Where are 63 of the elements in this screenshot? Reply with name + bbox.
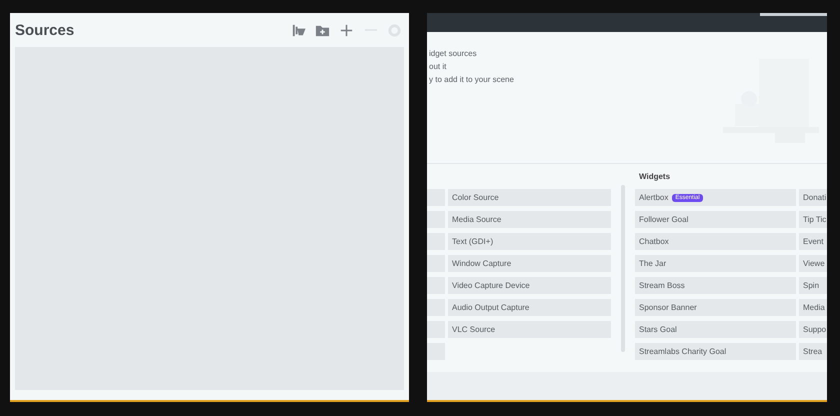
intro-text: out it: [429, 62, 448, 72]
item-label: Event: [803, 237, 824, 246]
item-label: Sponsor Banner: [639, 303, 697, 312]
source-item[interactable]: Sponsor Banner: [635, 299, 796, 316]
source-item[interactable]: Donati: [799, 189, 827, 206]
item-label: Alertbox: [639, 193, 668, 202]
source-item[interactable]: [427, 277, 445, 294]
item-label: Media Source: [452, 215, 502, 224]
item-label: Audio Output Capture: [452, 303, 530, 312]
item-label: Stars Goal: [639, 325, 677, 334]
item-label: VLC Source: [452, 325, 496, 334]
item-label: Color Source: [452, 193, 499, 202]
item-label: Suppo: [803, 325, 826, 334]
source-item[interactable]: [427, 321, 445, 338]
filter-button[interactable]: [291, 22, 306, 38]
source-item[interactable]: Follower Goal: [635, 211, 796, 228]
item-label: Video Capture Device: [452, 281, 530, 290]
item-label: Media: [803, 303, 825, 312]
item-label: The Jar: [639, 259, 666, 268]
source-item[interactable]: [427, 299, 445, 316]
source-item[interactable]: Media Source: [448, 211, 611, 228]
source-item[interactable]: Event: [799, 233, 827, 250]
item-label: Chatbox: [639, 237, 669, 246]
source-item[interactable]: Media: [799, 299, 827, 316]
item-label: Spin: [803, 281, 820, 290]
source-item[interactable]: The Jar: [635, 255, 796, 272]
add-icon: [339, 22, 354, 38]
item-label: Viewe: [803, 259, 825, 268]
source-item[interactable]: Suppo: [799, 321, 827, 338]
source-item[interactable]: Stream Boss: [635, 277, 796, 294]
source-item[interactable]: Streamlabs Charity Goal: [635, 343, 796, 360]
source-item[interactable]: Tip Tic: [799, 211, 827, 228]
tab-indicator: [760, 13, 827, 16]
source-item[interactable]: Color Source: [448, 189, 611, 206]
source-item[interactable]: Video Capture Device: [448, 277, 611, 294]
intro-text: idget sources: [429, 49, 478, 59]
source-item[interactable]: Window Capture: [448, 255, 611, 272]
item-label: Tip Tic: [803, 215, 826, 224]
filter-icon: [291, 22, 306, 38]
item-label: Strea: [803, 347, 822, 356]
source-item[interactable]: [427, 255, 445, 272]
source-item[interactable]: [427, 233, 445, 250]
source-item[interactable]: Strea: [799, 343, 827, 360]
source-item[interactable]: Chatbox: [635, 233, 796, 250]
source-item[interactable]: Spin: [799, 277, 827, 294]
item-label: Donati: [803, 193, 826, 202]
source-item[interactable]: [427, 343, 445, 360]
item-label: Follower Goal: [639, 215, 688, 224]
add-button[interactable]: [339, 22, 354, 38]
source-item[interactable]: Text (GDI+): [448, 233, 611, 250]
source-item[interactable]: [427, 189, 445, 206]
item-label: Window Capture: [452, 259, 512, 268]
source-item[interactable]: Stars Goal: [635, 321, 796, 338]
column-heading: Widgets: [638, 172, 672, 183]
item-label: Stream Boss: [639, 281, 685, 290]
panel-title: Sources: [15, 22, 74, 38]
intro-text: y to add it to your scene: [429, 75, 514, 85]
source-item[interactable]: Audio Output Capture: [448, 299, 611, 316]
item-label: Streamlabs Charity Goal: [639, 347, 726, 356]
item-label: Text (GDI+): [452, 237, 494, 246]
source-item[interactable]: [427, 211, 445, 228]
source-item[interactable]: VLC Source: [448, 321, 611, 338]
source-item[interactable]: Viewe: [799, 255, 827, 272]
